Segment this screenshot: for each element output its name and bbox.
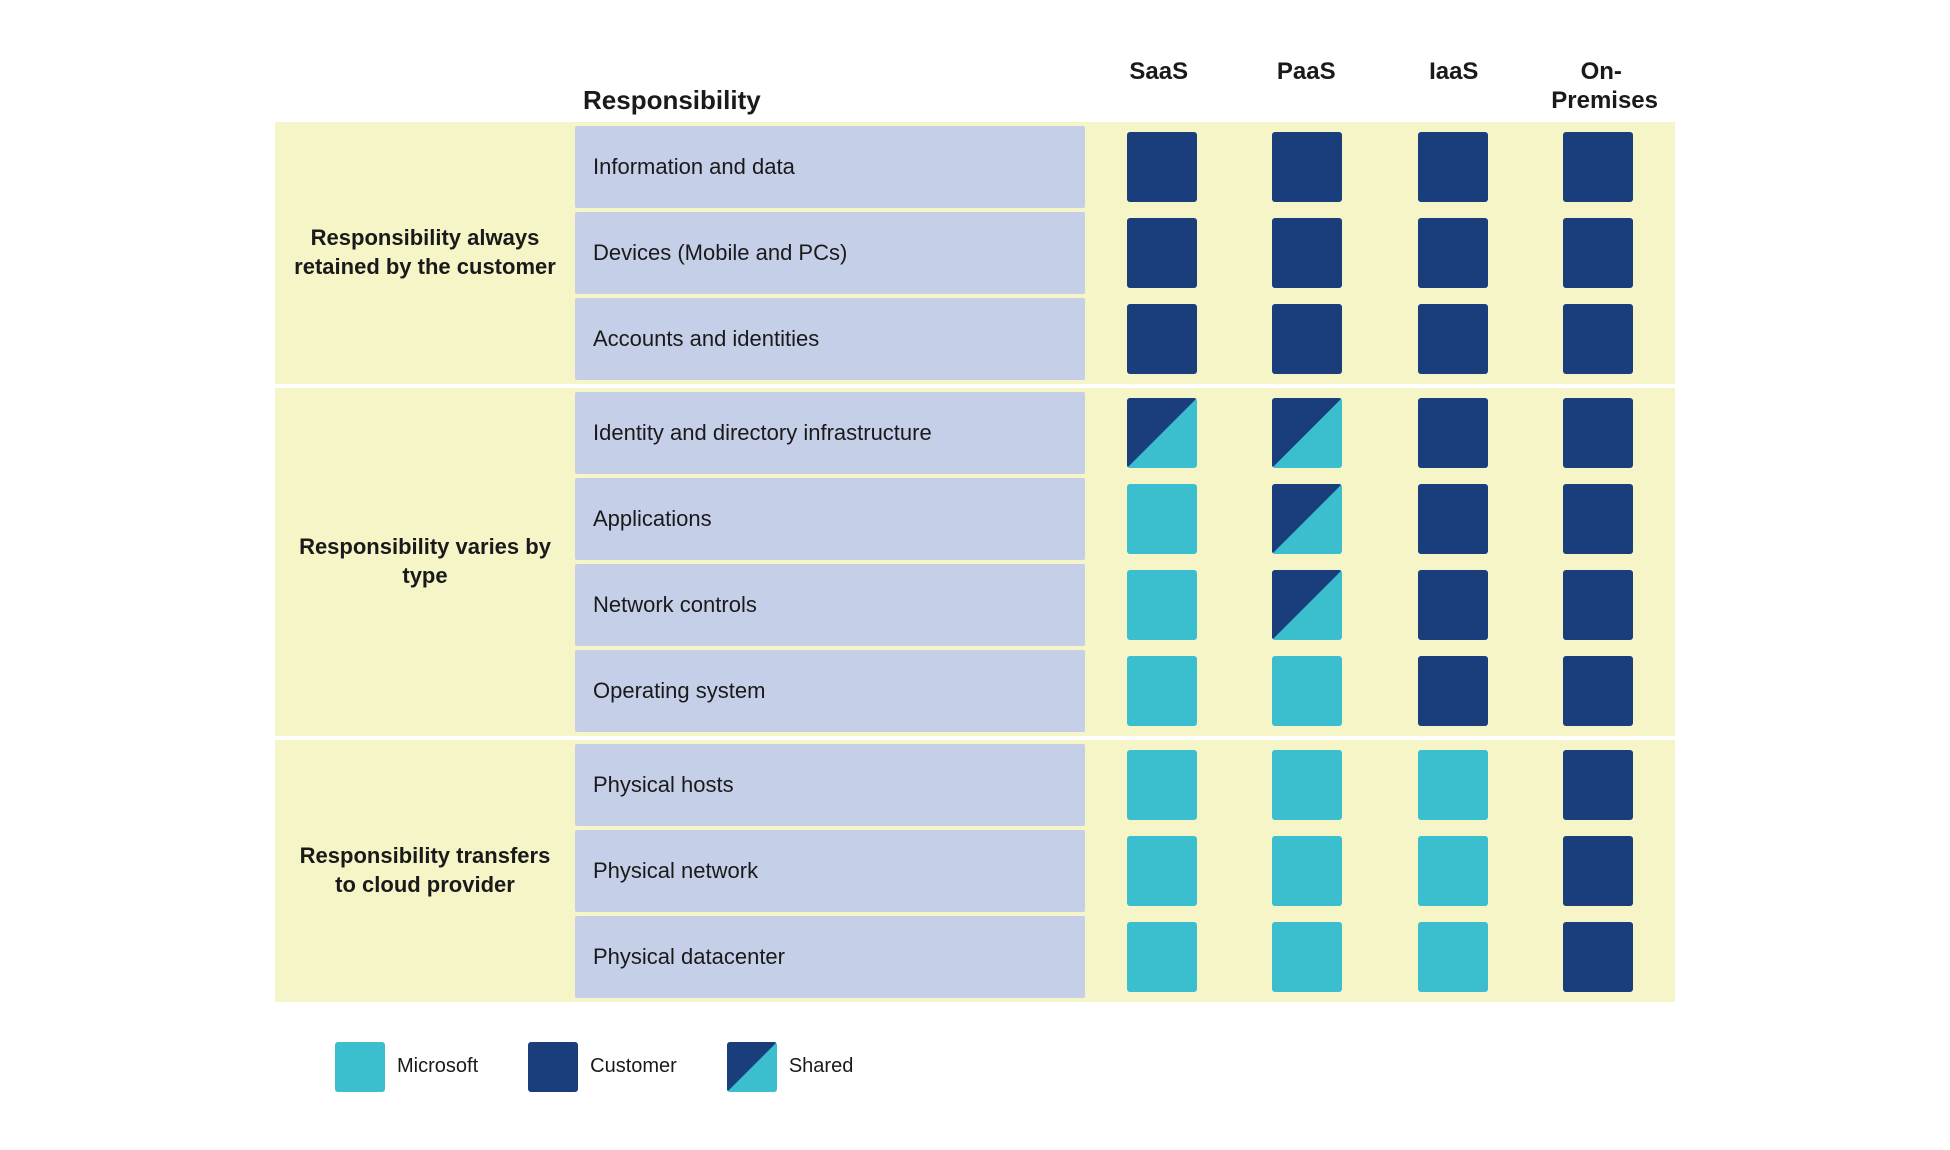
cell-network-controls-iaas [1403, 570, 1503, 640]
cell-network-controls-paas [1257, 570, 1357, 640]
header-onprem: On- Premises [1551, 58, 1651, 116]
cell-devices-iaas [1403, 218, 1503, 288]
cells-accounts [1085, 298, 1675, 380]
legend-microsoft-box [335, 1042, 385, 1092]
cell-info-data-paas [1257, 132, 1357, 202]
cell-info-data-onprem [1548, 132, 1648, 202]
header-paas: PaaS [1256, 58, 1356, 116]
cell-accounts-saas [1112, 304, 1212, 374]
row-devices: Devices (Mobile and PCs) [575, 212, 1675, 294]
section-varies: Responsibility varies by type Identity a… [275, 388, 1675, 736]
cells-devices [1085, 212, 1675, 294]
cell-devices-saas [1112, 218, 1212, 288]
legend-customer-box [528, 1042, 578, 1092]
responsibility-physical-hosts: Physical hosts [575, 744, 1085, 826]
row-network-controls: Network controls [575, 564, 1675, 646]
row-applications: Applications [575, 478, 1675, 560]
section-rows-transfers: Physical hosts Physical network [575, 740, 1675, 1002]
cell-applications-onprem [1548, 484, 1648, 554]
responsibility-identity-dir: Identity and directory infrastructure [575, 392, 1085, 474]
cells-physical-datacenter [1085, 916, 1675, 998]
cell-network-controls-saas [1112, 570, 1212, 640]
legend-microsoft-label: Microsoft [397, 1055, 478, 1078]
cell-os-onprem [1548, 656, 1648, 726]
cell-physical-datacenter-onprem [1548, 922, 1648, 992]
section-label-always-customer: Responsibility always retained by the cu… [275, 122, 575, 384]
row-identity-dir: Identity and directory infrastructure [575, 392, 1675, 474]
cell-physical-hosts-iaas [1403, 750, 1503, 820]
cells-operating-system [1085, 650, 1675, 732]
legend-microsoft: Microsoft [335, 1042, 478, 1092]
cell-os-iaas [1403, 656, 1503, 726]
legend-shared: Shared [727, 1042, 854, 1092]
row-info-data: Information and data [575, 126, 1675, 208]
cell-physical-hosts-onprem [1548, 750, 1648, 820]
cell-physical-hosts-paas [1257, 750, 1357, 820]
cell-identity-dir-onprem [1548, 398, 1648, 468]
chart-container: Responsibility SaaS PaaS IaaS On- Premis… [275, 58, 1675, 1092]
cell-physical-network-iaas [1403, 836, 1503, 906]
cells-network-controls [1085, 564, 1675, 646]
legend: Microsoft Customer Shared [275, 1042, 1675, 1092]
cell-info-data-saas [1112, 132, 1212, 202]
responsibility-info-data: Information and data [575, 126, 1085, 208]
legend-customer: Customer [528, 1042, 677, 1092]
row-physical-hosts: Physical hosts [575, 744, 1675, 826]
cell-accounts-onprem [1548, 304, 1648, 374]
cell-physical-network-saas [1112, 836, 1212, 906]
row-operating-system: Operating system [575, 650, 1675, 732]
header-responsibility-label: Responsibility [575, 85, 1085, 116]
legend-shared-box [727, 1042, 777, 1092]
legend-shared-triangle [727, 1042, 777, 1092]
cell-os-paas [1257, 656, 1357, 726]
responsibility-applications: Applications [575, 478, 1085, 560]
responsibility-physical-network: Physical network [575, 830, 1085, 912]
cell-identity-dir-saas [1112, 398, 1212, 468]
cell-applications-paas [1257, 484, 1357, 554]
responsibility-devices: Devices (Mobile and PCs) [575, 212, 1085, 294]
legend-shared-label: Shared [789, 1055, 854, 1078]
cell-os-saas [1112, 656, 1212, 726]
cell-physical-datacenter-iaas [1403, 922, 1503, 992]
section-rows-varies: Identity and directory infrastructure [575, 388, 1675, 736]
cells-identity-dir [1085, 392, 1675, 474]
cell-accounts-paas [1257, 304, 1357, 374]
cell-devices-paas [1257, 218, 1357, 288]
section-label-varies: Responsibility varies by type [275, 388, 575, 736]
cell-info-data-iaas [1403, 132, 1503, 202]
responsibility-operating-system: Operating system [575, 650, 1085, 732]
row-accounts: Accounts and identities [575, 298, 1675, 380]
cell-physical-hosts-saas [1112, 750, 1212, 820]
cell-identity-dir-iaas [1403, 398, 1503, 468]
responsibility-network-controls: Network controls [575, 564, 1085, 646]
responsibility-accounts: Accounts and identities [575, 298, 1085, 380]
cells-info-data [1085, 126, 1675, 208]
row-physical-network: Physical network [575, 830, 1675, 912]
section-rows-always-customer: Information and data Devices (Mobile and… [575, 122, 1675, 384]
cell-physical-network-onprem [1548, 836, 1648, 906]
cell-physical-network-paas [1257, 836, 1357, 906]
cell-identity-dir-paas [1257, 398, 1357, 468]
legend-customer-label: Customer [590, 1055, 677, 1078]
cell-accounts-iaas [1403, 304, 1503, 374]
responsibility-physical-datacenter: Physical datacenter [575, 916, 1085, 998]
row-physical-datacenter: Physical datacenter [575, 916, 1675, 998]
cell-devices-onprem [1548, 218, 1648, 288]
cells-physical-network [1085, 830, 1675, 912]
cell-physical-datacenter-paas [1257, 922, 1357, 992]
cell-applications-saas [1112, 484, 1212, 554]
header-service-cols: SaaS PaaS IaaS On- Premises [1085, 58, 1675, 116]
cell-applications-iaas [1403, 484, 1503, 554]
cell-physical-datacenter-saas [1112, 922, 1212, 992]
header-row: Responsibility SaaS PaaS IaaS On- Premis… [275, 58, 1675, 116]
section-transfers: Responsibility transfers to cloud provid… [275, 740, 1675, 1002]
section-label-transfers: Responsibility transfers to cloud provid… [275, 740, 575, 1002]
section-always-customer: Responsibility always retained by the cu… [275, 122, 1675, 384]
body-area: Responsibility always retained by the cu… [275, 122, 1675, 1006]
cells-physical-hosts [1085, 744, 1675, 826]
cells-applications [1085, 478, 1675, 560]
cell-network-controls-onprem [1548, 570, 1648, 640]
header-iaas: IaaS [1404, 58, 1504, 116]
header-saas: SaaS [1109, 58, 1209, 116]
